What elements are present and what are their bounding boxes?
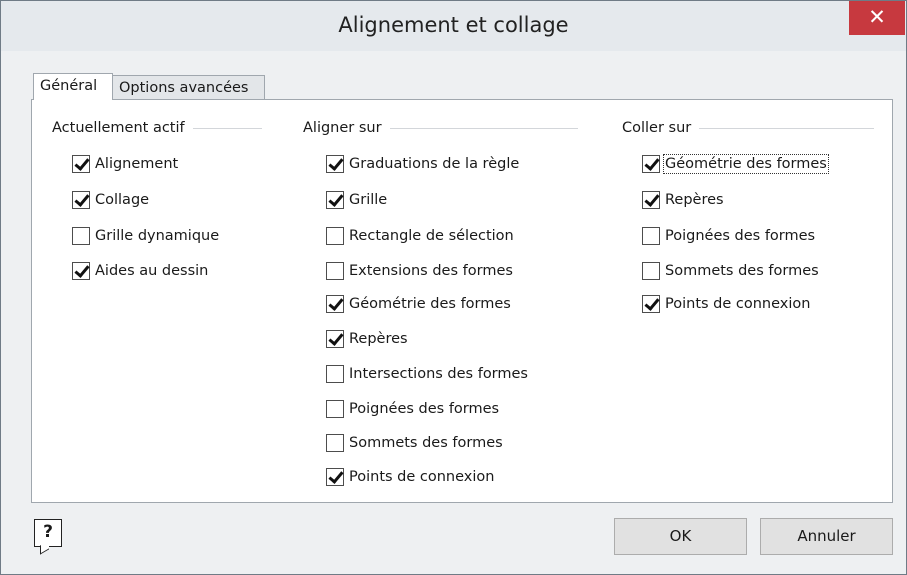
checkbox-intersections-formes[interactable]: Intersections des formes (326, 363, 528, 385)
group-divider (699, 127, 874, 129)
close-icon: ✕ (868, 5, 886, 29)
checkbox-geometrie-formes[interactable]: Géométrie des formes (326, 293, 511, 315)
checkbox-sommets-formes[interactable]: Sommets des formes (326, 432, 503, 454)
checkbox-box[interactable] (326, 191, 344, 209)
group-header-glue-to: Coller sur (622, 120, 874, 136)
checkbox-label: Rectangle de sélection (349, 228, 514, 244)
group-divider (192, 127, 262, 129)
help-icon: ? (43, 522, 53, 542)
checkbox-extensions-formes[interactable]: Extensions des formes (326, 260, 513, 282)
checkbox-label: Géométrie des formes (663, 154, 829, 174)
group-title-snap-to: Aligner sur (303, 120, 382, 136)
checkbox-box[interactable] (326, 434, 344, 452)
checkbox-box[interactable] (72, 227, 90, 245)
checkbox-box[interactable] (72, 155, 90, 173)
checkbox-glue-geometrie-formes[interactable]: Géométrie des formes (642, 153, 829, 175)
tab-general[interactable]: Général (33, 73, 113, 100)
checkbox-rectangle-selection[interactable]: Rectangle de sélection (326, 225, 514, 247)
checkbox-box[interactable] (72, 191, 90, 209)
checkbox-label: Repères (349, 331, 408, 347)
checkbox-reperes[interactable]: Repères (326, 328, 408, 350)
checkbox-label: Repères (665, 192, 724, 208)
help-button[interactable]: ? (34, 519, 62, 547)
cancel-button[interactable]: Annuler (760, 518, 893, 555)
checkbox-label: Alignement (95, 156, 179, 172)
checkbox-label: Intersections des formes (349, 366, 528, 382)
checkbox-box[interactable] (642, 227, 660, 245)
tab-panel-general: Actuellement actif Alignement Collage Gr… (31, 99, 893, 503)
checkbox-label: Points de connexion (349, 469, 495, 485)
checkbox-glue-poignees-formes[interactable]: Poignées des formes (642, 225, 815, 247)
checkbox-box[interactable] (642, 262, 660, 280)
close-button[interactable]: ✕ (849, 1, 905, 35)
checkbox-box[interactable] (326, 262, 344, 280)
checkbox-label: Poignées des formes (349, 401, 500, 417)
checkbox-graduations[interactable]: Graduations de la règle (326, 153, 519, 175)
ok-button[interactable]: OK (614, 518, 747, 555)
checkbox-label: Sommets des formes (665, 263, 819, 279)
checkbox-collage[interactable]: Collage (72, 189, 149, 211)
checkbox-label: Extensions des formes (349, 263, 513, 279)
checkbox-poignees-formes[interactable]: Poignées des formes (326, 398, 499, 420)
checkbox-alignement[interactable]: Alignement (72, 153, 178, 175)
title-bar: Alignement et collage ✕ (1, 1, 906, 51)
checkbox-points-connexion[interactable]: Points de connexion (326, 466, 494, 488)
checkbox-box[interactable] (326, 365, 344, 383)
checkbox-label: Sommets des formes (349, 435, 503, 451)
checkbox-label: Géométrie des formes (349, 296, 511, 312)
checkbox-box[interactable] (326, 155, 344, 173)
checkbox-glue-sommets-formes[interactable]: Sommets des formes (642, 260, 819, 282)
checkbox-box[interactable] (326, 330, 344, 348)
checkbox-aides-au-dessin[interactable]: Aides au dessin (72, 260, 208, 282)
checkbox-glue-reperes[interactable]: Repères (642, 189, 724, 211)
checkbox-box[interactable] (326, 227, 344, 245)
checkbox-box[interactable] (326, 400, 344, 418)
checkbox-box[interactable] (72, 262, 90, 280)
checkbox-label: Aides au dessin (95, 263, 209, 279)
checkbox-grille[interactable]: Grille (326, 189, 387, 211)
checkbox-box[interactable] (642, 155, 660, 173)
group-divider (389, 127, 578, 129)
dialog-title: Alignement et collage (338, 13, 569, 37)
checkbox-grille-dynamique[interactable]: Grille dynamique (72, 225, 219, 247)
checkbox-label: Graduations de la règle (349, 156, 520, 172)
checkbox-box[interactable] (326, 468, 344, 486)
checkbox-label: Collage (95, 192, 150, 208)
checkbox-label: Points de connexion (665, 296, 811, 312)
snap-glue-dialog: Alignement et collage ✕ Général Options … (0, 0, 907, 575)
checkbox-label: Grille (349, 192, 388, 208)
checkbox-box[interactable] (642, 191, 660, 209)
checkbox-glue-points-connexion[interactable]: Points de connexion (642, 293, 810, 315)
group-title-active: Actuellement actif (52, 120, 185, 136)
checkbox-label: Poignées des formes (665, 228, 816, 244)
group-header-active: Actuellement actif (52, 120, 262, 136)
group-header-snap-to: Aligner sur (303, 120, 578, 136)
checkbox-box[interactable] (326, 295, 344, 313)
checkbox-label: Grille dynamique (95, 228, 220, 244)
group-title-glue-to: Coller sur (622, 120, 692, 136)
tab-advanced-options[interactable]: Options avancées (112, 75, 265, 100)
checkbox-box[interactable] (642, 295, 660, 313)
